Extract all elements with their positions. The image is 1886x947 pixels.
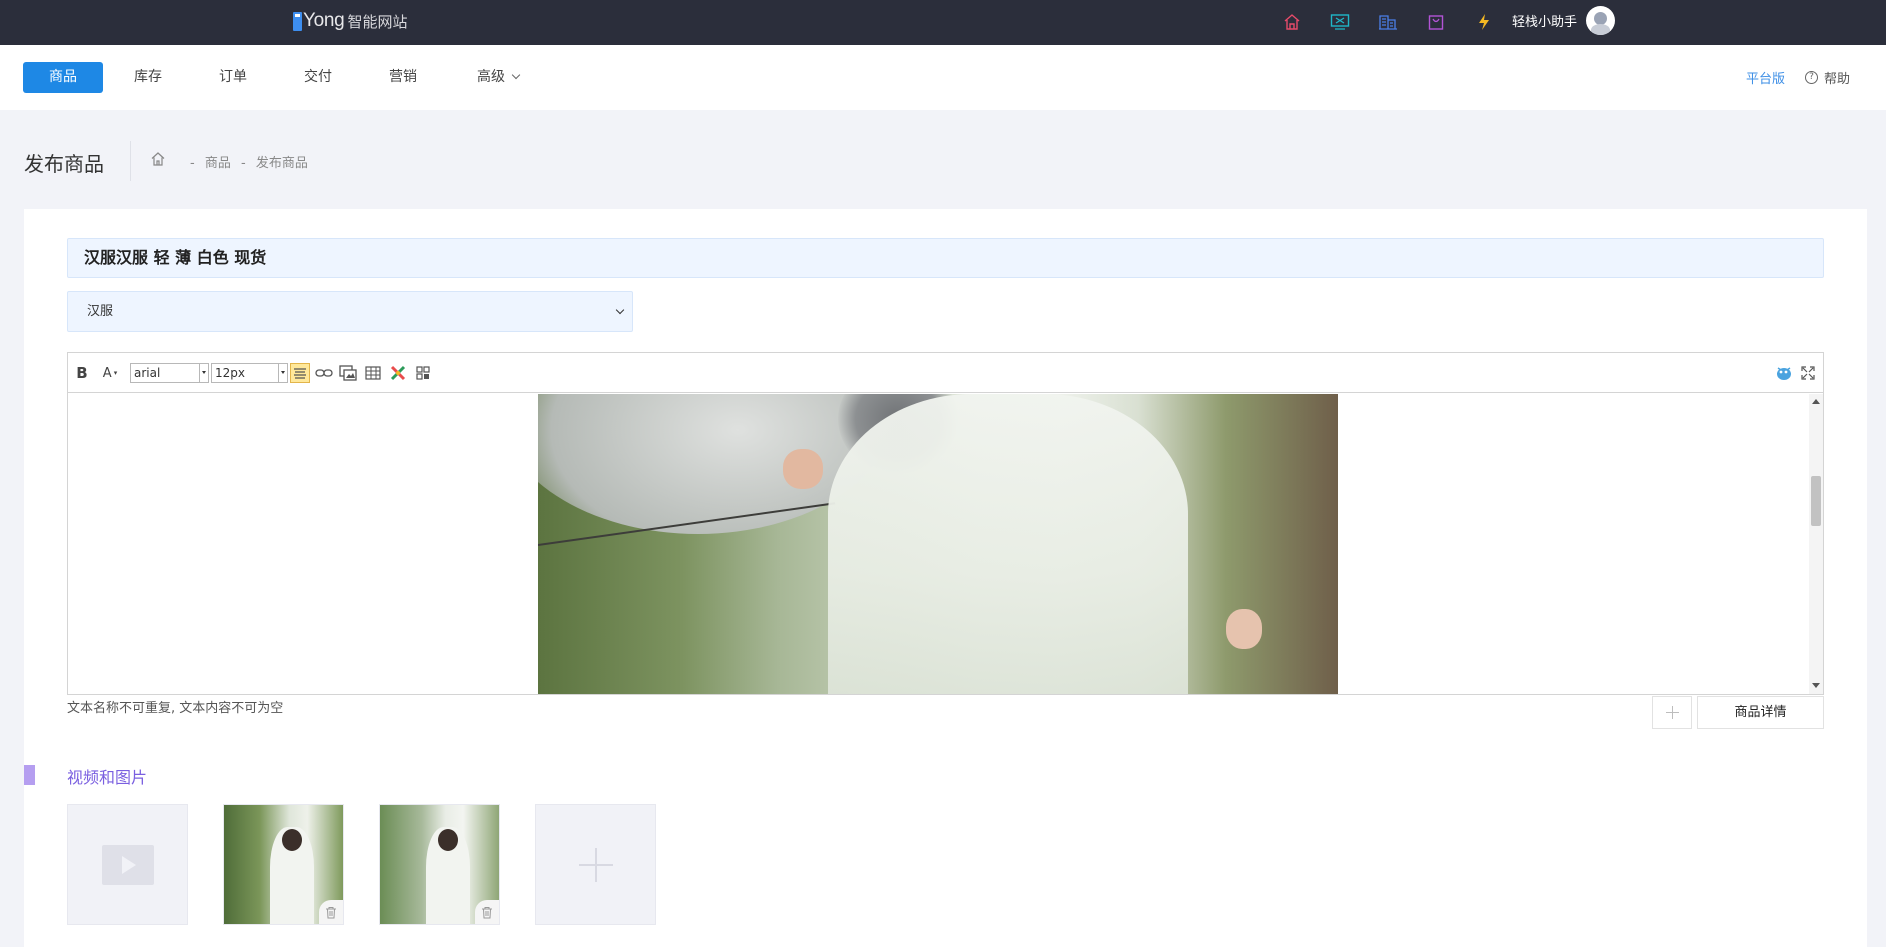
scroll-thumb[interactable] <box>1811 476 1821 526</box>
rich-text-editor: B A ▾ arial 12px <box>67 352 1824 695</box>
logo-mark-icon <box>293 11 302 31</box>
scroll-up-icon[interactable] <box>1812 399 1820 404</box>
breadcrumb-item-products[interactable]: 商品 <box>205 156 231 171</box>
help-label: 帮助 <box>1824 72 1851 87</box>
add-tab-button[interactable] <box>1652 696 1692 729</box>
home-icon[interactable] <box>1278 8 1306 36</box>
link-icon[interactable] <box>314 363 334 383</box>
monitor-icon[interactable] <box>1326 8 1354 36</box>
caret-down-icon <box>278 364 287 382</box>
plugin-icon[interactable] <box>388 363 408 383</box>
help-icon: ? <box>1805 71 1818 84</box>
main-nav: 商品 库存 订单 交付 营销 高级 <box>0 45 1886 110</box>
category-select-value: 汉服 <box>87 304 114 319</box>
chevron-down-icon <box>511 70 521 80</box>
photo-dress-shape <box>828 394 1188 694</box>
logo[interactable]: Yong 智能网站 <box>293 9 407 33</box>
delete-image-button[interactable] <box>475 900 499 924</box>
font-size-select[interactable]: 12px <box>211 363 288 383</box>
media-section-title: 视频和图片 <box>67 768 148 787</box>
shopping-bag-icon[interactable] <box>1422 8 1450 36</box>
insert-image-icon[interactable] <box>338 363 358 383</box>
add-image-button[interactable] <box>535 804 656 925</box>
nav-item-marketing[interactable]: 营销 <box>374 62 432 93</box>
delete-image-button[interactable] <box>319 900 343 924</box>
building-icon[interactable] <box>1374 8 1402 36</box>
editor-content[interactable] <box>68 394 1823 694</box>
editor-toolbar: B A ▾ arial 12px <box>68 353 1823 393</box>
tab-product-detail[interactable]: 商品详情 <box>1697 696 1824 729</box>
font-family-value: arial <box>134 366 161 380</box>
thumbnail-head-shape <box>438 829 458 851</box>
font-size-value: 12px <box>215 366 245 380</box>
add-video-button[interactable] <box>67 804 188 925</box>
fullscreen-icon[interactable] <box>1799 363 1817 383</box>
align-icon <box>294 368 306 379</box>
scroll-down-icon[interactable] <box>1812 683 1820 688</box>
breadcrumb-item-current: 发布商品 <box>255 156 308 171</box>
nav-item-orders[interactable]: 订单 <box>204 62 262 93</box>
align-button[interactable] <box>290 363 310 383</box>
nav-item-advanced[interactable]: 高级 <box>463 62 533 93</box>
avatar[interactable] <box>1586 6 1615 35</box>
nav-item-inventory[interactable]: 库存 <box>119 62 177 93</box>
breadcrumb-separator: - <box>241 156 246 171</box>
product-image-thumbnail[interactable] <box>379 804 500 925</box>
nav-item-products[interactable]: 商品 <box>23 62 103 93</box>
editor-hint: 文本名称不可重复, 文本内容不可为空 <box>67 701 284 716</box>
product-image-thumbnail[interactable] <box>223 804 344 925</box>
template-icon[interactable] <box>413 363 433 383</box>
page-title: 发布商品 <box>24 152 104 176</box>
nav-item-advanced-label: 高级 <box>477 69 505 85</box>
trash-icon <box>482 906 492 918</box>
thumbnail-head-shape <box>282 829 302 851</box>
product-title-input[interactable]: 汉服汉服 轻 薄 白色 现货 <box>67 238 1824 278</box>
breadcrumb: - 商品 - 发布商品 <box>190 152 314 171</box>
chevron-down-icon <box>615 305 625 315</box>
photo-hand-shape <box>1226 609 1262 649</box>
font-family-select[interactable]: arial <box>130 363 209 383</box>
mascot-icon[interactable] <box>1774 363 1794 383</box>
breadcrumb-separator: - <box>190 156 195 171</box>
header-divider <box>130 141 131 181</box>
video-icon <box>102 845 154 885</box>
bold-button[interactable]: B <box>74 363 90 383</box>
product-detail-image[interactable] <box>538 394 1338 694</box>
font-color-label: A <box>102 365 112 381</box>
editor-scrollbar[interactable] <box>1809 394 1823 694</box>
top-bar: Yong 智能网站 轻栈小助手 <box>0 0 1886 45</box>
trash-icon <box>326 906 336 918</box>
caret-down-icon: ▾ <box>113 369 118 377</box>
nav-item-delivery[interactable]: 交付 <box>289 62 347 93</box>
photo-hand-shape <box>783 449 823 489</box>
breadcrumb-home-icon[interactable] <box>150 151 166 167</box>
logo-brand: Yong <box>303 10 345 31</box>
assistant-label[interactable]: 轻栈小助手 <box>1512 11 1577 30</box>
category-select[interactable]: 汉服 <box>67 291 633 332</box>
logo-text: 智能网站 <box>347 12 408 31</box>
table-icon[interactable] <box>363 363 383 383</box>
section-marker <box>24 765 35 785</box>
platform-link[interactable]: 平台版 <box>1746 68 1785 87</box>
font-color-button[interactable]: A ▾ <box>99 363 121 383</box>
help-link[interactable]: ? 帮助 <box>1805 68 1850 87</box>
caret-down-icon <box>199 364 208 382</box>
lightning-icon[interactable] <box>1470 8 1498 36</box>
top-icon-group <box>1278 8 1518 36</box>
